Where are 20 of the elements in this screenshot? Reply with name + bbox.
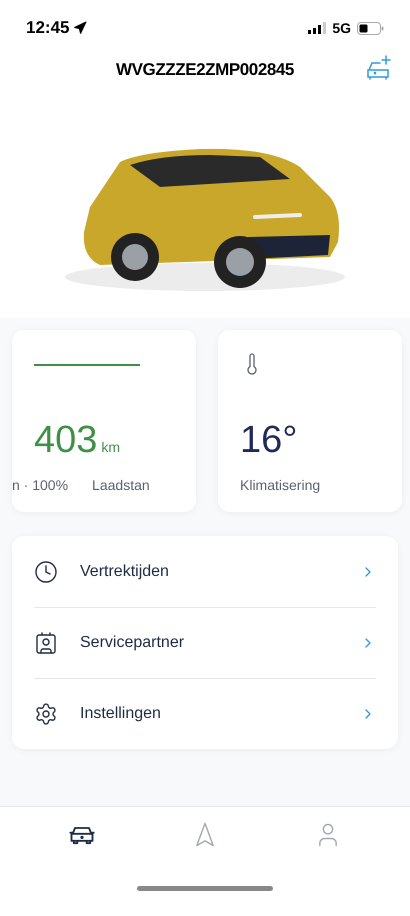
charge-status-caption: Laadstan xyxy=(92,476,150,495)
charge-caption: n · 100% xyxy=(12,476,68,495)
vehicle-id-title: WVGZZZE2ZMP002845 xyxy=(116,59,294,82)
clock-icon xyxy=(34,560,58,584)
location-arrow-icon xyxy=(73,21,88,35)
climate-card[interactable]: 16° Klimatisering xyxy=(218,330,402,512)
contact-card-icon xyxy=(34,631,58,655)
range-unit: km xyxy=(101,438,120,457)
menu-item[interactable]: Instellingen xyxy=(34,678,376,749)
network-label: 5G xyxy=(332,18,351,38)
menu-item[interactable]: Servicepartner xyxy=(34,607,376,678)
climate-caption: Klimatisering xyxy=(240,476,322,495)
status-time: 12:45 xyxy=(26,17,70,40)
range-card[interactable]: 403 km n · 100% Laadstan xyxy=(12,330,196,512)
battery-icon xyxy=(357,22,384,34)
menu-item[interactable]: Vertrektijden xyxy=(34,536,376,607)
settings-icon xyxy=(34,702,58,726)
range-value: 403 xyxy=(34,421,98,459)
temperature-value: 16° xyxy=(240,421,298,459)
signal-icon xyxy=(308,22,326,34)
